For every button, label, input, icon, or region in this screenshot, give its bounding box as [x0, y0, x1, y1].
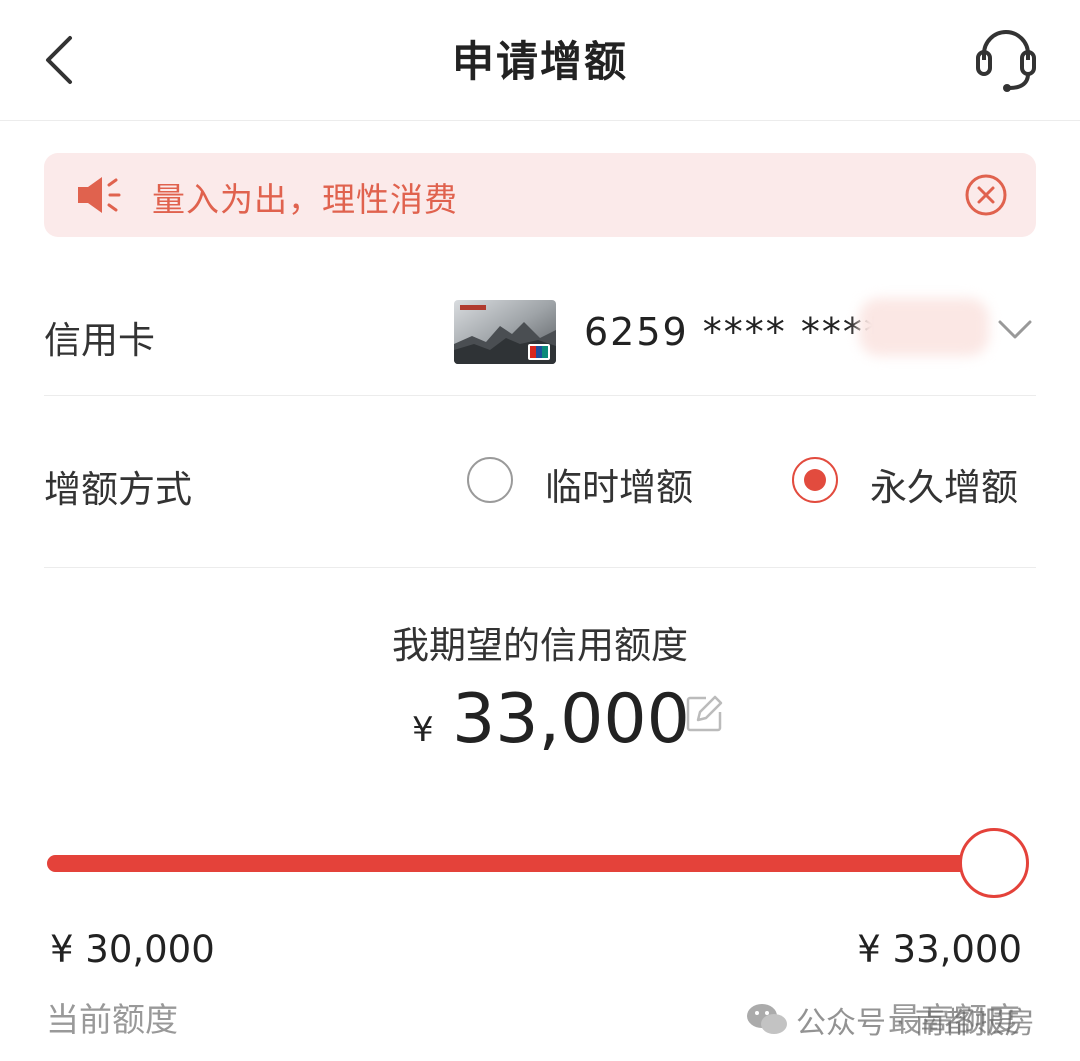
radio-unchecked-icon	[467, 457, 513, 503]
increase-mode-row: 增额方式 临时增额 永久增额	[44, 395, 1036, 568]
increase-mode-label: 增额方式	[44, 468, 192, 511]
currency-sign: ¥	[412, 710, 434, 750]
nav-header: 申请增额	[0, 0, 1080, 121]
limit-slider-fill	[47, 855, 997, 872]
limit-slider-track[interactable]	[47, 855, 997, 872]
card-number-redaction	[859, 298, 989, 356]
radio-checked-icon	[792, 457, 838, 503]
customer-service-button[interactable]	[970, 26, 1042, 94]
radio-temporary-increase[interactable]: 临时增额	[467, 455, 727, 509]
credit-card-label: 信用卡	[44, 319, 155, 362]
chevron-down-icon[interactable]	[996, 316, 1034, 344]
notice-close-button[interactable]	[964, 173, 1008, 217]
watermark-text: 公众号 · 南都报房	[796, 1006, 1035, 1041]
limit-slider-thumb[interactable]	[959, 828, 1029, 898]
max-limit-value: ¥ 33,000	[857, 928, 1022, 971]
amount-value: 33,000	[452, 680, 690, 759]
notice-text: 量入为出，理性消费	[152, 180, 458, 219]
card-thumbnail	[454, 300, 556, 364]
current-limit-value: ¥ 30,000	[50, 928, 215, 971]
speaker-icon	[78, 177, 121, 213]
radio-label: 临时增额	[545, 466, 693, 509]
radio-label: 永久增额	[870, 466, 1018, 509]
wechat-icon	[747, 1004, 787, 1034]
edit-icon[interactable]	[684, 694, 724, 734]
desired-amount: ¥ 33,000	[0, 680, 1080, 770]
page-title: 申请增额	[451, 37, 628, 86]
radio-permanent-increase[interactable]: 永久增额	[792, 455, 1036, 509]
notice-bar: 量入为出，理性消费	[44, 153, 1036, 237]
close-circle-icon	[965, 174, 1007, 216]
card-number: 6259 **** ****	[584, 310, 885, 354]
credit-card-selector[interactable]: 信用卡 6259 **** ****	[44, 270, 1036, 396]
desired-limit-label: 我期望的信用额度	[392, 624, 688, 667]
headset-icon	[976, 30, 1036, 92]
current-limit-label: 当前额度	[46, 1000, 178, 1039]
